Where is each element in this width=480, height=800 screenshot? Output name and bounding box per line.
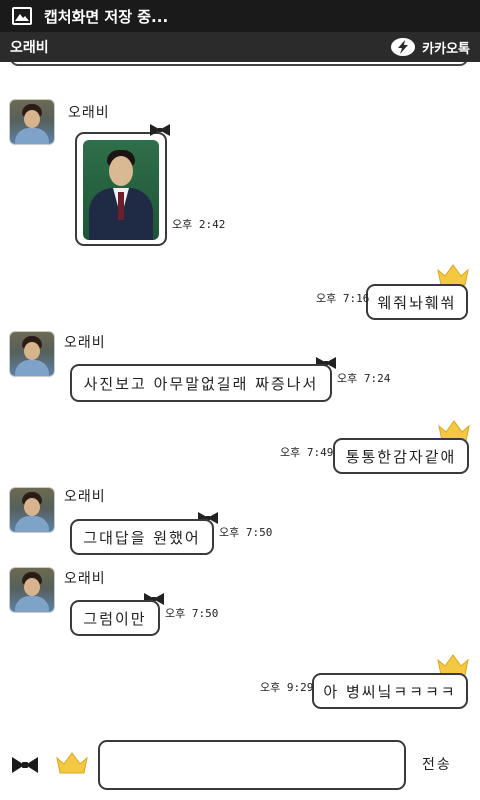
sender-name: 오래비 xyxy=(68,105,110,121)
received-message-bubble[interactable]: 그럼이만 xyxy=(70,600,160,636)
sent-message-bubble[interactable]: 아 병씨닠ㅋㅋㅋㅋ xyxy=(312,673,468,709)
input-bar: 전송 xyxy=(0,722,480,800)
bow-emoticon-button[interactable] xyxy=(12,756,38,777)
message-text: 그럼이만 xyxy=(83,609,147,628)
status-text: 캡처화면 저장 중... xyxy=(44,7,169,26)
received-message-bubble[interactable]: 사진보고 아무말없길래 짜증나서 xyxy=(70,364,332,402)
received-message-bubble[interactable]: 그대답을 원했어 xyxy=(70,519,214,555)
chat-title[interactable]: 오래비 xyxy=(10,37,49,57)
message-time: 오후 7:24 xyxy=(337,372,391,385)
message-time: 오후 2:42 xyxy=(172,218,226,231)
brand-name: 카카오톡 xyxy=(422,41,470,57)
sent-message-bubble[interactable]: 통통한감자같애 xyxy=(333,438,469,474)
avatar[interactable] xyxy=(10,488,54,532)
bow-icon xyxy=(150,124,170,136)
sender-name: 오래비 xyxy=(64,571,106,587)
image-message[interactable] xyxy=(75,132,167,246)
message-time: 오후 9:29 xyxy=(260,681,314,694)
message-time: 오후 7:50 xyxy=(219,526,273,539)
message-text: 그대답을 원했어 xyxy=(83,528,201,547)
message-text: 아 병씨닠ㅋㅋㅋㅋ xyxy=(323,682,457,701)
sender-name: 오래비 xyxy=(64,489,106,505)
message-text: 사진보고 아무말없길래 짜증나서 xyxy=(83,374,319,393)
profile-photo xyxy=(83,140,159,240)
status-bar: 캡처화면 저장 중... xyxy=(0,0,480,32)
chat-area[interactable]: 오래비 오후 2:42 웨줘놔훼쒀 오후 7:16 오래비 사진보고 아무말없길… xyxy=(0,62,480,722)
avatar[interactable] xyxy=(10,332,54,376)
sent-message-bubble[interactable]: 웨줘놔훼쒀 xyxy=(366,284,468,320)
bow-icon xyxy=(12,757,38,773)
image-icon xyxy=(12,7,32,25)
kakao-lightning-icon xyxy=(391,38,416,56)
message-time: 오후 7:49 xyxy=(280,446,334,459)
crown-icon xyxy=(437,264,469,286)
avatar[interactable] xyxy=(10,568,54,612)
send-button[interactable]: 전송 xyxy=(422,754,452,774)
message-input[interactable] xyxy=(98,740,406,790)
chat-header: 오래비 카카오톡 xyxy=(0,32,480,62)
sender-name: 오래비 xyxy=(64,335,106,351)
previous-message-bubble xyxy=(10,62,468,66)
message-text: 웨줘놔훼쒀 xyxy=(377,293,457,312)
message-text: 통통한감자같애 xyxy=(345,447,457,466)
brand: 카카오톡 xyxy=(390,37,470,57)
crown-icon xyxy=(56,752,88,774)
message-time: 오후 7:50 xyxy=(165,607,219,620)
crown-emoticon-button[interactable] xyxy=(56,752,88,777)
avatar[interactable] xyxy=(10,100,54,144)
message-time: 오후 7:16 xyxy=(316,292,370,305)
